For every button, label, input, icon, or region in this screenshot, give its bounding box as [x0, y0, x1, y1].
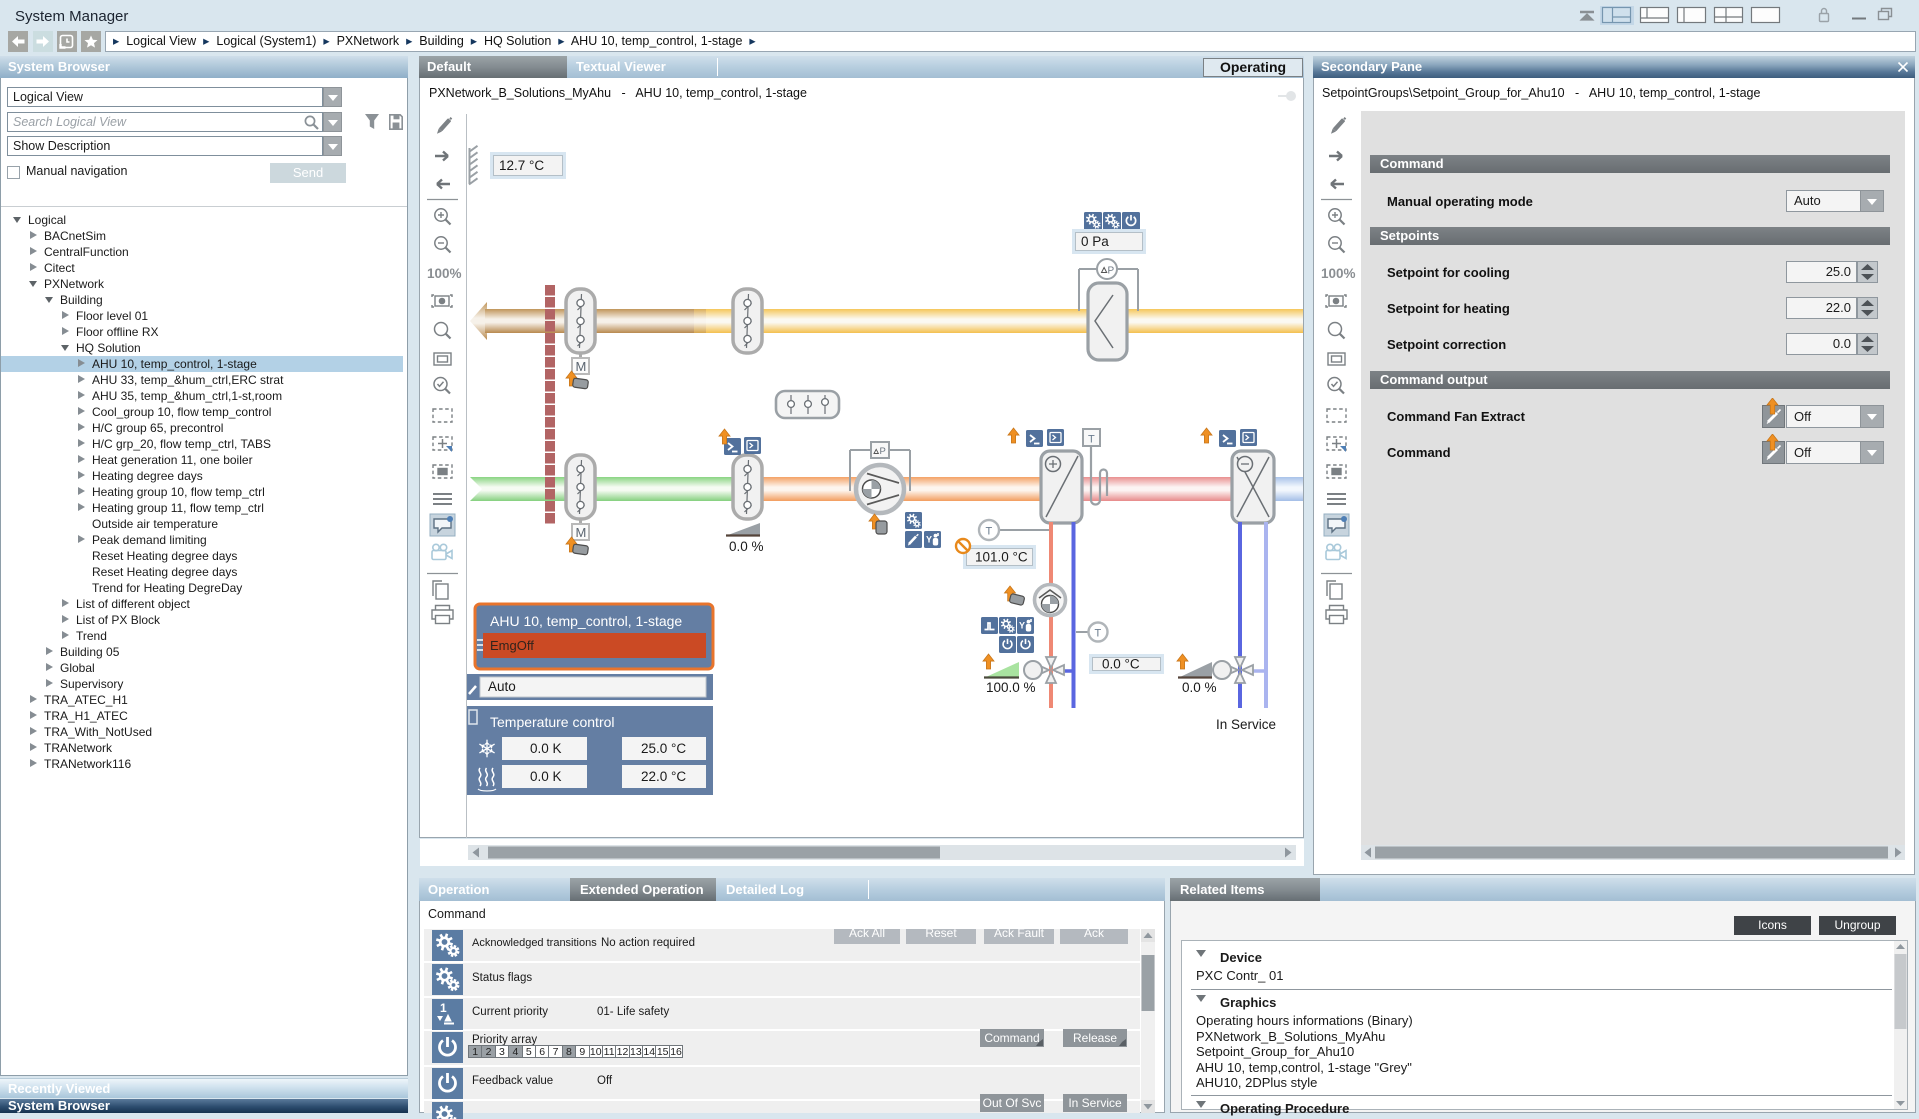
svg-text:25.0 °C: 25.0 °C: [641, 741, 686, 756]
svg-text:EmgOff: EmgOff: [490, 638, 534, 653]
svg-text:12.7 °C: 12.7 °C: [499, 158, 544, 173]
svg-text:Y: Y: [926, 535, 932, 545]
svg-text:0.0 K: 0.0 K: [530, 741, 562, 756]
svg-text:T: T: [1088, 434, 1095, 446]
svg-text:Y: Y: [1019, 621, 1025, 631]
svg-text:T: T: [986, 526, 993, 538]
svg-text:0.0 %: 0.0 %: [729, 539, 764, 554]
svg-text:Auto: Auto: [488, 679, 516, 694]
svg-text:P: P: [880, 446, 886, 457]
svg-text:22.0 °C: 22.0 °C: [641, 769, 686, 784]
svg-text:100.0 %: 100.0 %: [986, 680, 1036, 695]
svg-text:T: T: [1095, 628, 1102, 640]
svg-text:AHU 10, temp_control, 1-stage: AHU 10, temp_control, 1-stage: [490, 613, 682, 629]
svg-text:0.0 K: 0.0 K: [530, 769, 562, 784]
svg-text:1: 1: [440, 1001, 447, 1015]
svg-text:Temperature control: Temperature control: [490, 714, 615, 730]
svg-text:0.0 °C: 0.0 °C: [1102, 657, 1140, 672]
svg-text:In Service: In Service: [1216, 717, 1276, 732]
svg-text:M: M: [576, 359, 587, 374]
svg-text:0 Pa: 0 Pa: [1081, 234, 1109, 249]
svg-text:M: M: [576, 525, 587, 540]
svg-text:101.0 °C: 101.0 °C: [975, 550, 1028, 565]
svg-text:P: P: [1108, 266, 1115, 277]
svg-text:0.0 %: 0.0 %: [1182, 680, 1217, 695]
